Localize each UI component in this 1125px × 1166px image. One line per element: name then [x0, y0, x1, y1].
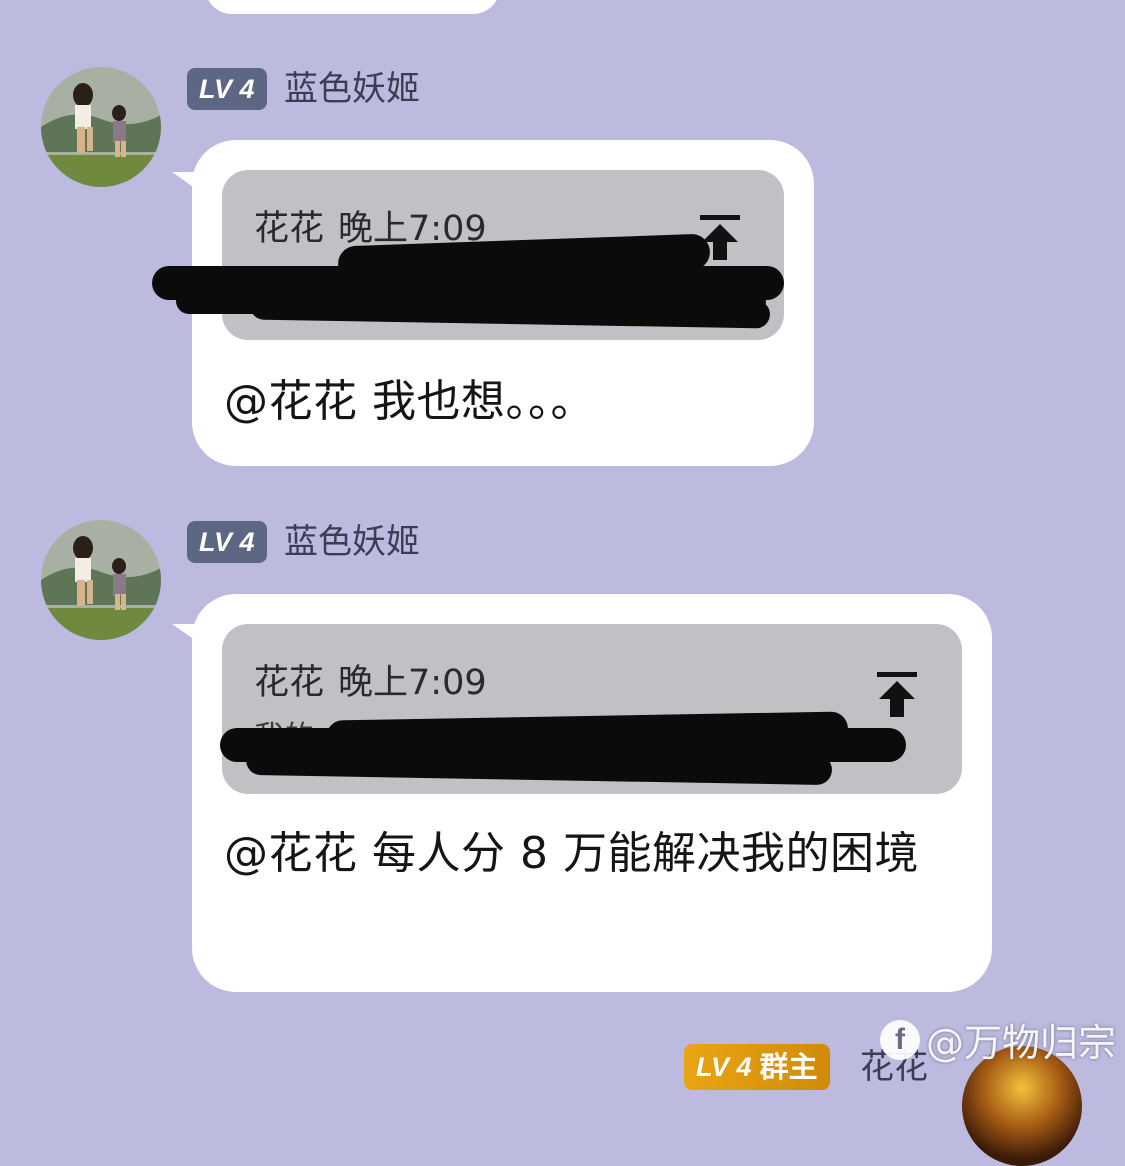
level-badge: LV 4: [187, 68, 267, 110]
message-bubble[interactable]: 花花晚上7:09 我的 @花花 每人分 8 万能解决我的困境: [192, 594, 992, 992]
level-text: LV 4: [199, 527, 255, 557]
sender-name[interactable]: 蓝色妖姬: [284, 521, 420, 563]
quote-header: 花花 晚上7:09: [254, 654, 487, 705]
avatar-photo: [41, 520, 161, 640]
avatar-photo: [41, 67, 161, 187]
owner-level-badge: LV 4 群主: [684, 1044, 830, 1090]
sender-name[interactable]: 蓝色妖姬: [284, 68, 420, 110]
watermark-text: @万物归宗: [926, 1021, 1117, 1065]
group-owner-label: 群主: [759, 1050, 818, 1084]
avatar[interactable]: [41, 67, 161, 187]
message-text: @花花 我也想。。。: [224, 376, 595, 427]
level-text: LV 4: [199, 74, 255, 104]
watermark: f @万物归宗: [880, 1012, 1116, 1067]
previous-message-bubble[interactable]: [205, 0, 500, 14]
quote-author: 花花: [254, 209, 325, 249]
level-badge: LV 4: [187, 521, 267, 563]
level-text: LV 4: [696, 1052, 752, 1082]
quote-author: 花花: [254, 663, 325, 703]
message-text: @花花 每人分 8 万能解决我的困境: [224, 828, 919, 879]
avatar[interactable]: [41, 520, 161, 640]
quote-time: 晚上7:09: [338, 663, 487, 703]
jump-to-quoted-icon[interactable]: [877, 672, 917, 718]
watermark-logo-icon: f: [880, 1019, 920, 1060]
